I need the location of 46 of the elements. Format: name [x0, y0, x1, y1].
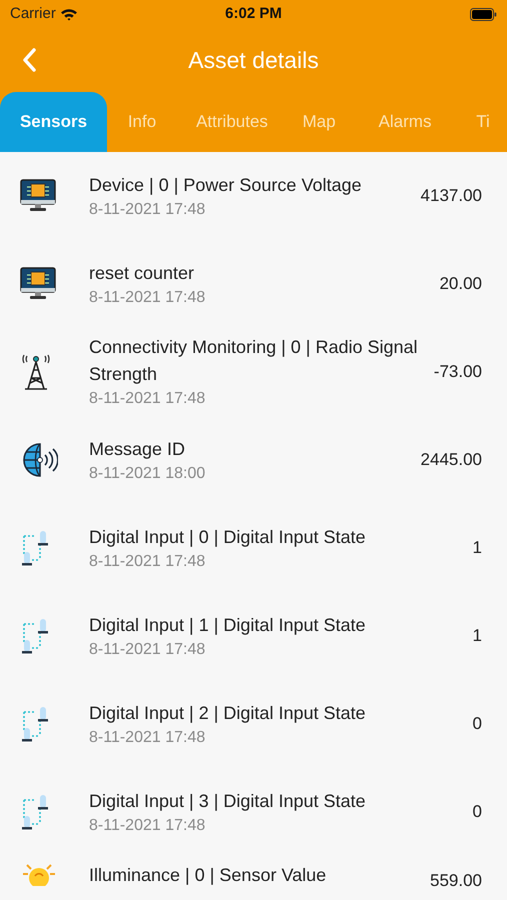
switch-icon: [20, 530, 50, 566]
sensor-value: 559.00: [430, 870, 482, 892]
sensor-timestamp: 8-11-2021 17:48: [89, 389, 206, 409]
wifi-icon: [60, 8, 78, 20]
sensor-timestamp: 8-11-2021 17:48: [89, 200, 206, 220]
sensor-name: Device | 0 | Power Source Voltage: [89, 174, 362, 197]
sensor-value: 0: [472, 713, 482, 736]
sensor-timestamp: 8-11-2021 17:48: [89, 640, 206, 660]
sensor-value: 1: [472, 625, 482, 648]
switch-icon: [20, 794, 50, 830]
switch-icon: [20, 706, 50, 742]
sensor-name: Illuminance | 0 | Sensor Value: [89, 864, 328, 887]
sensor-name: Digital Input | 2 | Digital Input State: [89, 702, 367, 725]
antenna-tower-icon: [20, 353, 52, 391]
tab[interactable]: Attributes: [177, 92, 287, 152]
globe-signal-icon: [20, 441, 58, 479]
sensor-name: Digital Input | 3 | Digital Input State: [89, 790, 367, 813]
status-time: 6:02 PM: [225, 4, 282, 24]
sensor-value: 0: [472, 801, 482, 824]
tab[interactable]: Info: [107, 92, 177, 152]
sensor-timestamp: 8-11-2021 18:00: [89, 464, 206, 484]
battery-icon: [470, 8, 497, 20]
sensor-value: 1: [472, 537, 482, 560]
tab[interactable]: Alarms: [351, 92, 459, 152]
light-bulb-icon: [20, 862, 58, 886]
carrier-label: Carrier: [10, 4, 56, 24]
sensor-value: 4137.00: [420, 185, 482, 208]
sensor-name: Connectivity Monitoring | 0 | Radio Signal Strength: [89, 336, 419, 386]
sensor-value: 20.00: [439, 273, 482, 296]
tab[interactable]: Map: [287, 92, 351, 152]
sensor-name: Message ID: [89, 438, 186, 461]
sensor-name: Digital Input | 1 | Digital Input State: [89, 614, 367, 637]
page-title: Asset details: [188, 46, 319, 75]
sensor-timestamp: 8-11-2021 17:48: [89, 552, 206, 572]
sensor-timestamp: 8-11-2021 17:48: [89, 728, 206, 748]
monitor-icon: [20, 179, 56, 213]
sensor-timestamp: 8-11-2021 17:48: [89, 288, 206, 308]
sensor-name: Digital Input | 0 | Digital Input State: [89, 526, 367, 549]
tab[interactable]: Ti: [459, 92, 507, 152]
monitor-icon: [20, 267, 56, 301]
tab[interactable]: Sensors: [0, 92, 107, 152]
sensor-name: reset counter: [89, 262, 196, 284]
sensor-value: 2445.00: [420, 449, 482, 472]
switch-icon: [20, 618, 50, 654]
sensor-value: -73.00: [434, 361, 482, 384]
sensor-timestamp: 8-11-2021 17:48: [89, 816, 206, 836]
